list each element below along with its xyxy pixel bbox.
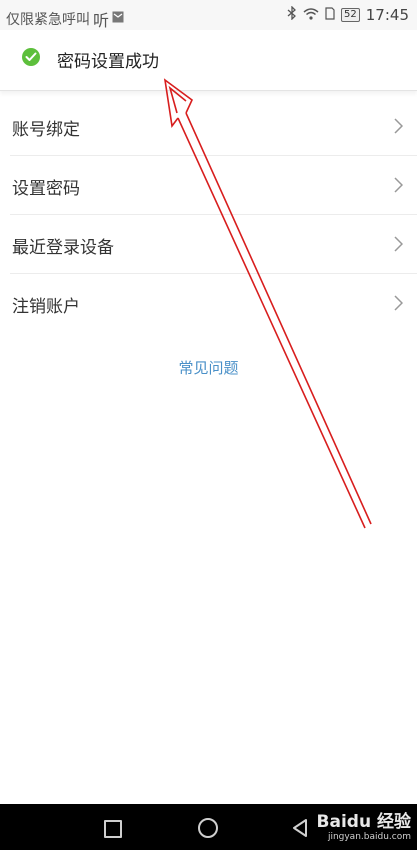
list-item-label: 设置密码 xyxy=(12,179,80,199)
check-circle-icon xyxy=(22,48,40,66)
bluetooth-icon xyxy=(287,5,297,24)
chevron-right-icon xyxy=(394,295,404,315)
list-item-account-binding[interactable]: 账号绑定 xyxy=(10,97,417,156)
notification-icon xyxy=(112,11,124,27)
list-item-recent-devices[interactable]: 最近登录设备 xyxy=(10,215,417,274)
watermark-brand: Baidu 经验 xyxy=(316,812,411,832)
recent-apps-button[interactable] xyxy=(104,820,122,838)
battery-level: 52 xyxy=(341,8,360,22)
list-item-label: 最近登录设备 xyxy=(12,238,114,258)
status-left: 仅限紧急呼叫 听 xyxy=(6,7,124,31)
list-item-label: 注销账户 xyxy=(12,297,80,317)
list-item-delete-account[interactable]: 注销账户 xyxy=(10,274,417,332)
sim-icon xyxy=(325,6,335,24)
faq-link[interactable]: 常见问题 xyxy=(0,357,417,378)
carrier-status-text: 仅限紧急呼叫 xyxy=(6,12,90,28)
app-screen: 仅限紧急呼叫 听 52 17:45 密码设置成功 账号绑定 设置密码 最近登录设… xyxy=(0,0,417,850)
home-button[interactable] xyxy=(198,818,218,838)
toast-message: 密码设置成功 xyxy=(57,52,159,72)
settings-list: 账号绑定 设置密码 最近登录设备 注销账户 xyxy=(10,97,417,332)
wifi-icon xyxy=(303,6,319,24)
back-button[interactable] xyxy=(292,819,308,841)
clock: 17:45 xyxy=(365,6,409,24)
baidu-jingyan-watermark: Baidu 经验 jingyan.baidu.com xyxy=(317,807,411,842)
chevron-right-icon xyxy=(394,236,404,256)
chevron-right-icon xyxy=(394,177,404,197)
success-toast: 密码设置成功 xyxy=(0,30,417,91)
system-nav-bar: Baidu 经验 jingyan.baidu.com xyxy=(0,804,417,850)
listen-text: 听 xyxy=(93,11,110,30)
chevron-right-icon xyxy=(394,118,404,138)
status-bar: 仅限紧急呼叫 听 52 17:45 xyxy=(0,0,417,30)
watermark-url: jingyan.baidu.com xyxy=(327,832,411,842)
status-right: 52 17:45 xyxy=(287,5,409,24)
list-item-label: 账号绑定 xyxy=(12,120,80,140)
list-item-set-password[interactable]: 设置密码 xyxy=(10,156,417,215)
